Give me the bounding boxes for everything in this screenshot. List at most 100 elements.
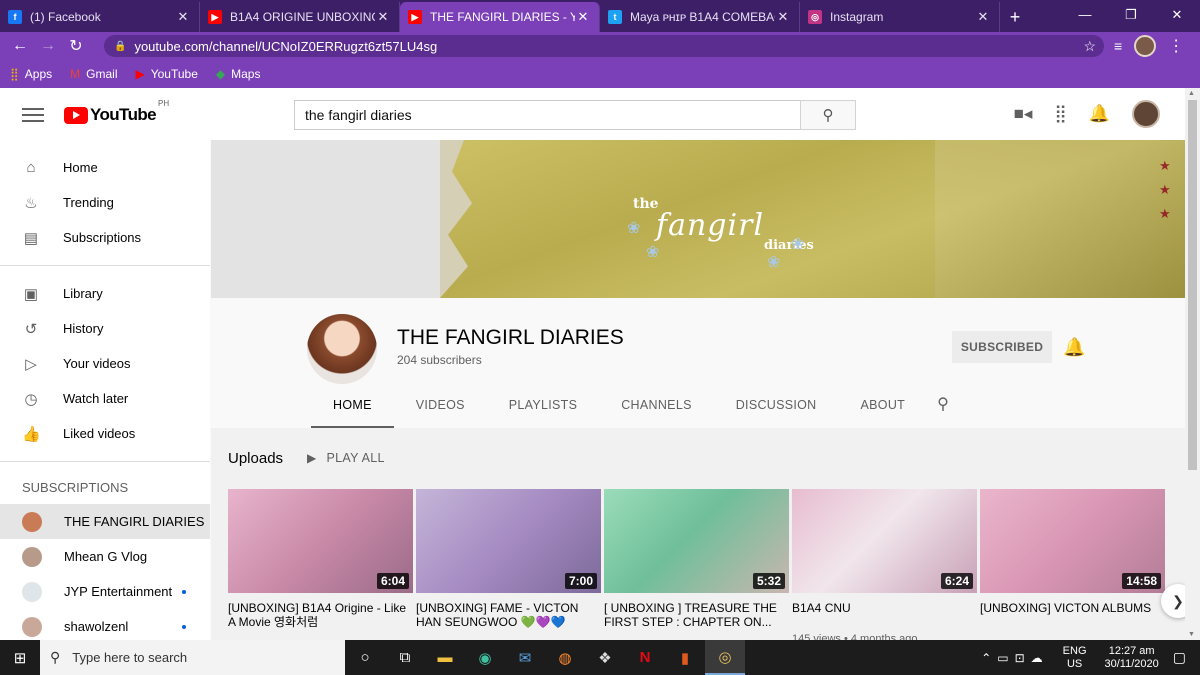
- video-title[interactable]: B1A4 CNU: [792, 601, 977, 629]
- notifications-bell-icon[interactable]: 🔔: [1089, 104, 1110, 124]
- video-title[interactable]: [UNBOXING] B1A4 Origine - Like A Movie 영…: [228, 601, 413, 629]
- media-control-icon[interactable]: ≡: [1114, 38, 1122, 54]
- netflix-icon[interactable]: N: [625, 640, 665, 675]
- scroll-down-arrow-icon[interactable]: ▼: [1188, 631, 1195, 638]
- edge-icon[interactable]: ◉: [465, 640, 505, 675]
- task-view-icon[interactable]: ⧉: [385, 640, 425, 675]
- tab-title: Instagram: [830, 10, 884, 24]
- browser-tab[interactable]: f (1) Facebook ✕: [0, 2, 200, 32]
- video-thumbnail[interactable]: 5:32: [604, 489, 789, 593]
- scroll-up-arrow-icon[interactable]: ▲: [1188, 90, 1195, 97]
- file-explorer-icon[interactable]: ▬: [425, 640, 465, 675]
- browser-menu-icon[interactable]: ⋮: [1168, 36, 1184, 56]
- sidebar-item-home[interactable]: ⌂ Home: [0, 150, 210, 185]
- sidebar-item-watch-later[interactable]: ◷ Watch later: [0, 381, 210, 416]
- tab-discussion[interactable]: DISCUSSION: [714, 394, 839, 428]
- video-thumbnail[interactable]: 14:58: [980, 489, 1165, 593]
- profile-avatar[interactable]: [1134, 35, 1157, 57]
- new-tab-button[interactable]: +: [1000, 2, 1030, 32]
- reload-icon[interactable]: ↻: [62, 36, 90, 56]
- sidebar-item-subscriptions[interactable]: ▤ Subscriptions: [0, 220, 210, 255]
- subscription-item[interactable]: shawolzenl: [0, 609, 210, 644]
- url-field[interactable]: 🔒 youtube.com/channel/UCNoIZ0ERRugzt6zt5…: [104, 35, 1104, 57]
- forward-arrow-icon[interactable]: →: [34, 37, 62, 55]
- dropbox-icon[interactable]: ❖: [585, 640, 625, 675]
- system-clock[interactable]: 12:27 am 30/11/2020: [1105, 645, 1159, 671]
- bookmark-apps[interactable]: ⣿ Apps: [10, 67, 52, 81]
- browser-tab[interactable]: ◎ Instagram ✕: [800, 2, 1000, 32]
- browser-tab[interactable]: t Maya ᴘʜɪᴘ B1A4 COMEBACKKK ✕: [600, 2, 800, 32]
- video-thumbnail[interactable]: 7:00: [416, 489, 601, 593]
- firefox-icon[interactable]: ◍: [545, 640, 585, 675]
- maps-pin-icon: ◆: [215, 67, 226, 81]
- scrollbar-thumb[interactable]: [1188, 100, 1197, 470]
- close-tab-icon[interactable]: ✕: [975, 9, 991, 25]
- search-input[interactable]: the fangirl diaries: [294, 100, 800, 130]
- video-title[interactable]: [ UNBOXING ] TREASURE THE FIRST STEP : C…: [604, 601, 789, 629]
- sidebar-item-liked-videos[interactable]: 👍 Liked videos: [0, 416, 210, 451]
- page-scrollbar[interactable]: ▲ ▼: [1185, 88, 1200, 640]
- tray-icons[interactable]: ⌃▭⊡☁: [981, 651, 1048, 665]
- close-tab-icon[interactable]: ✕: [775, 9, 791, 25]
- bookmark-youtube[interactable]: ▶ YouTube: [136, 67, 198, 81]
- system-tray: ⌃▭⊡☁ ENG US 12:27 am 30/11/2020 ▢: [981, 640, 1200, 675]
- flower-icon: ❀: [646, 244, 660, 261]
- create-video-icon[interactable]: ■◂: [1014, 104, 1033, 124]
- sidebar-item-trending[interactable]: ♨ Trending: [0, 185, 210, 220]
- close-window-icon[interactable]: ✕: [1154, 0, 1200, 30]
- window-controls: — ❐ ✕: [1062, 0, 1200, 30]
- library-icon: ▣: [23, 285, 39, 303]
- channel-search-icon[interactable]: ⚲: [927, 394, 959, 428]
- office-icon[interactable]: ▮: [665, 640, 705, 675]
- video-card[interactable]: 7:00 [UNBOXING] FAME - VICTON HAN SEUNGW…: [416, 489, 601, 629]
- tab-videos[interactable]: VIDEOS: [394, 394, 487, 428]
- restore-icon[interactable]: ❐: [1108, 0, 1154, 30]
- chrome-icon[interactable]: ◎: [705, 640, 745, 675]
- menu-hamburger-icon[interactable]: [22, 108, 44, 122]
- tab-home[interactable]: HOME: [311, 394, 394, 428]
- tab-channels[interactable]: CHANNELS: [599, 394, 713, 428]
- notification-bell-icon[interactable]: 🔔: [1063, 337, 1085, 358]
- mail-icon[interactable]: ✉: [505, 640, 545, 675]
- tab-playlists[interactable]: PLAYLISTS: [487, 394, 599, 428]
- tab-about[interactable]: ABOUT: [839, 394, 928, 428]
- taskbar-search-field[interactable]: ⚲ Type here to search: [40, 640, 345, 675]
- gmail-icon: M: [70, 67, 81, 81]
- video-thumbnail[interactable]: 6:04: [228, 489, 413, 593]
- minimize-icon[interactable]: —: [1062, 0, 1108, 30]
- video-card[interactable]: 6:04 [UNBOXING] B1A4 Origine - Like A Mo…: [228, 489, 413, 629]
- apps-grid-icon[interactable]: ⣿: [1054, 104, 1066, 124]
- flower-icon: ❀: [767, 254, 781, 271]
- video-card[interactable]: 5:32 [ UNBOXING ] TREASURE THE FIRST STE…: [604, 489, 789, 629]
- video-title[interactable]: [UNBOXING] FAME - VICTON HAN SEUNGWOO 💚💜…: [416, 601, 601, 629]
- search-button[interactable]: ⚲: [800, 100, 856, 130]
- subscription-item[interactable]: JYP Entertainment: [0, 574, 210, 609]
- sidebar-item-history[interactable]: ↺ History: [0, 311, 210, 346]
- account-avatar[interactable]: [1132, 100, 1160, 128]
- cortana-icon[interactable]: ○: [345, 640, 385, 675]
- youtube-logo[interactable]: YouTube PH: [64, 99, 169, 125]
- video-title[interactable]: [UNBOXING] VICTON ALBUMS: [980, 601, 1165, 629]
- bookmark-star-icon[interactable]: ☆: [1083, 38, 1096, 55]
- search-icon: ⚲: [822, 107, 834, 124]
- bookmark-gmail[interactable]: M Gmail: [70, 67, 117, 81]
- notification-center-icon[interactable]: ▢: [1173, 649, 1186, 666]
- back-arrow-icon[interactable]: ←: [6, 37, 34, 55]
- browser-tab-active[interactable]: ▶ THE FANGIRL DIARIES - YouTube ✕: [400, 2, 600, 32]
- close-tab-icon[interactable]: ✕: [575, 9, 591, 25]
- bookmark-maps[interactable]: ◆ Maps: [216, 67, 261, 81]
- sidebar-item-your-videos[interactable]: ▷ Your videos: [0, 346, 210, 381]
- windows-start-icon[interactable]: ⊞: [0, 649, 40, 667]
- sidebar-item-library[interactable]: ▣ Library: [0, 276, 210, 311]
- browser-tab[interactable]: ▶ B1A4 ORIGINE UNBOXING ✕: [200, 2, 400, 32]
- video-card[interactable]: 6:24 B1A4 CNU 145 views • 4 months ago: [792, 489, 977, 645]
- play-all-button[interactable]: ▶ PLAY ALL: [307, 451, 385, 465]
- close-tab-icon[interactable]: ✕: [375, 9, 391, 25]
- subscription-item[interactable]: Mhean G Vlog: [0, 539, 210, 574]
- language-indicator[interactable]: ENG US: [1063, 645, 1087, 671]
- close-tab-icon[interactable]: ✕: [175, 9, 191, 25]
- video-thumbnail[interactable]: 6:24: [792, 489, 977, 593]
- subscribed-button[interactable]: SUBSCRIBED: [952, 331, 1052, 363]
- video-card[interactable]: 14:58 [UNBOXING] VICTON ALBUMS ❯: [980, 489, 1195, 629]
- subscription-item[interactable]: THE FANGIRL DIARIES: [0, 504, 210, 539]
